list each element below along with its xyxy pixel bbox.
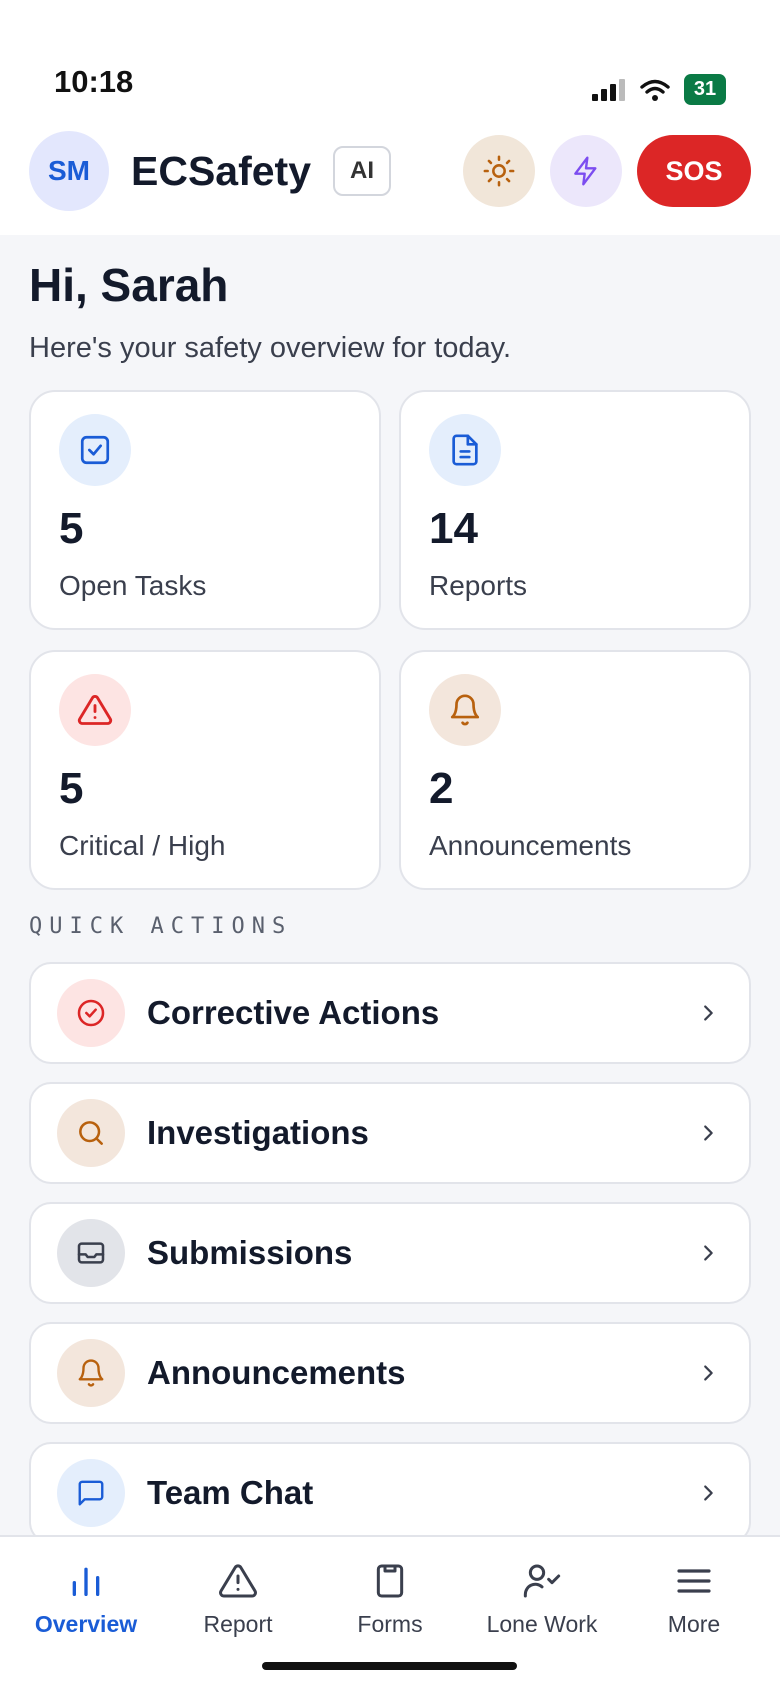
app-title: ECSafety [131, 147, 312, 194]
stat-card-open-tasks[interactable]: 5 Open Tasks [29, 390, 381, 630]
nav-more[interactable]: More [624, 1561, 764, 1638]
stat-label: Announcements [429, 830, 632, 861]
greeting-title: Hi, Sarah [29, 259, 229, 311]
stat-card-reports[interactable]: 14 Reports [399, 390, 751, 630]
check-square-icon [59, 414, 131, 486]
action-label: Submissions [147, 1234, 353, 1271]
nav-label: Overview [34, 1611, 138, 1637]
sun-icon [483, 155, 515, 187]
action-label: Team Chat [147, 1474, 314, 1511]
theme-toggle-button[interactable] [463, 135, 535, 207]
chevron-right-icon [697, 1002, 719, 1024]
quick-actions-title: QUICK ACTIONS [29, 914, 293, 939]
home-indicator [262, 1662, 517, 1670]
quick-action-button[interactable] [550, 135, 622, 207]
action-submissions[interactable]: Submissions [29, 1202, 751, 1304]
clipboard-icon [376, 1564, 404, 1598]
nav-label: Forms [357, 1611, 423, 1637]
action-announcements[interactable]: Announcements [29, 1322, 751, 1424]
bar-chart-icon [72, 1567, 100, 1596]
stat-card-announcements[interactable]: 2 Announcements [399, 650, 751, 890]
inbox-icon [57, 1219, 125, 1287]
nav-label: Lone Work [486, 1611, 598, 1637]
alert-triangle-icon [59, 674, 131, 746]
action-investigations[interactable]: Investigations [29, 1082, 751, 1184]
nav-label: More [667, 1611, 721, 1637]
stat-value: 5 [59, 764, 84, 813]
action-corrective-actions[interactable]: Corrective Actions [29, 962, 751, 1064]
search-icon [57, 1099, 125, 1167]
avatar[interactable]: SM [29, 131, 109, 211]
ai-button[interactable]: AI [333, 146, 392, 196]
app-header: SM ECSafety AI SOS [29, 131, 751, 211]
stat-value: 14 [429, 504, 478, 553]
message-square-icon [57, 1459, 125, 1527]
battery-indicator: 31 [684, 74, 726, 105]
nav-label: Report [203, 1611, 273, 1637]
wifi-icon [640, 79, 670, 101]
status-icons: 31 [592, 74, 726, 105]
stat-value: 5 [59, 504, 84, 553]
bolt-icon [574, 156, 597, 186]
nav-lone-work[interactable]: Lone Work [472, 1561, 612, 1638]
signal-icon [592, 78, 625, 101]
nav-forms[interactable]: Forms [320, 1561, 460, 1638]
stat-value: 2 [429, 764, 454, 813]
chevron-right-icon [697, 1362, 719, 1384]
user-check-icon [523, 1564, 561, 1598]
bell-icon [57, 1339, 125, 1407]
chevron-right-icon [697, 1242, 719, 1264]
nav-report[interactable]: Report [168, 1561, 308, 1638]
sos-button[interactable]: SOS [637, 135, 751, 207]
status-time: 10:18 [54, 64, 134, 99]
stat-label: Reports [429, 570, 528, 601]
stat-label: Critical / High [59, 830, 226, 861]
top-bar: 10:18 31 SM ECSafety AI SOS [0, 0, 780, 235]
file-text-icon [429, 414, 501, 486]
nav-overview[interactable]: Overview [16, 1561, 156, 1638]
greeting-subtitle: Here's your safety overview for today. [29, 332, 512, 364]
action-label: Announcements [147, 1354, 406, 1391]
stat-card-critical-high[interactable]: 5 Critical / High [29, 650, 381, 890]
stat-label: Open Tasks [59, 570, 207, 601]
alert-triangle-icon [219, 1564, 257, 1598]
bell-icon [429, 674, 501, 746]
check-circle-icon [57, 979, 125, 1047]
chevron-right-icon [697, 1122, 719, 1144]
action-label: Corrective Actions [147, 994, 440, 1031]
action-team-chat[interactable]: Team Chat [29, 1442, 751, 1544]
chevron-right-icon [697, 1482, 719, 1504]
menu-icon [677, 1569, 711, 1593]
action-label: Investigations [147, 1114, 369, 1151]
